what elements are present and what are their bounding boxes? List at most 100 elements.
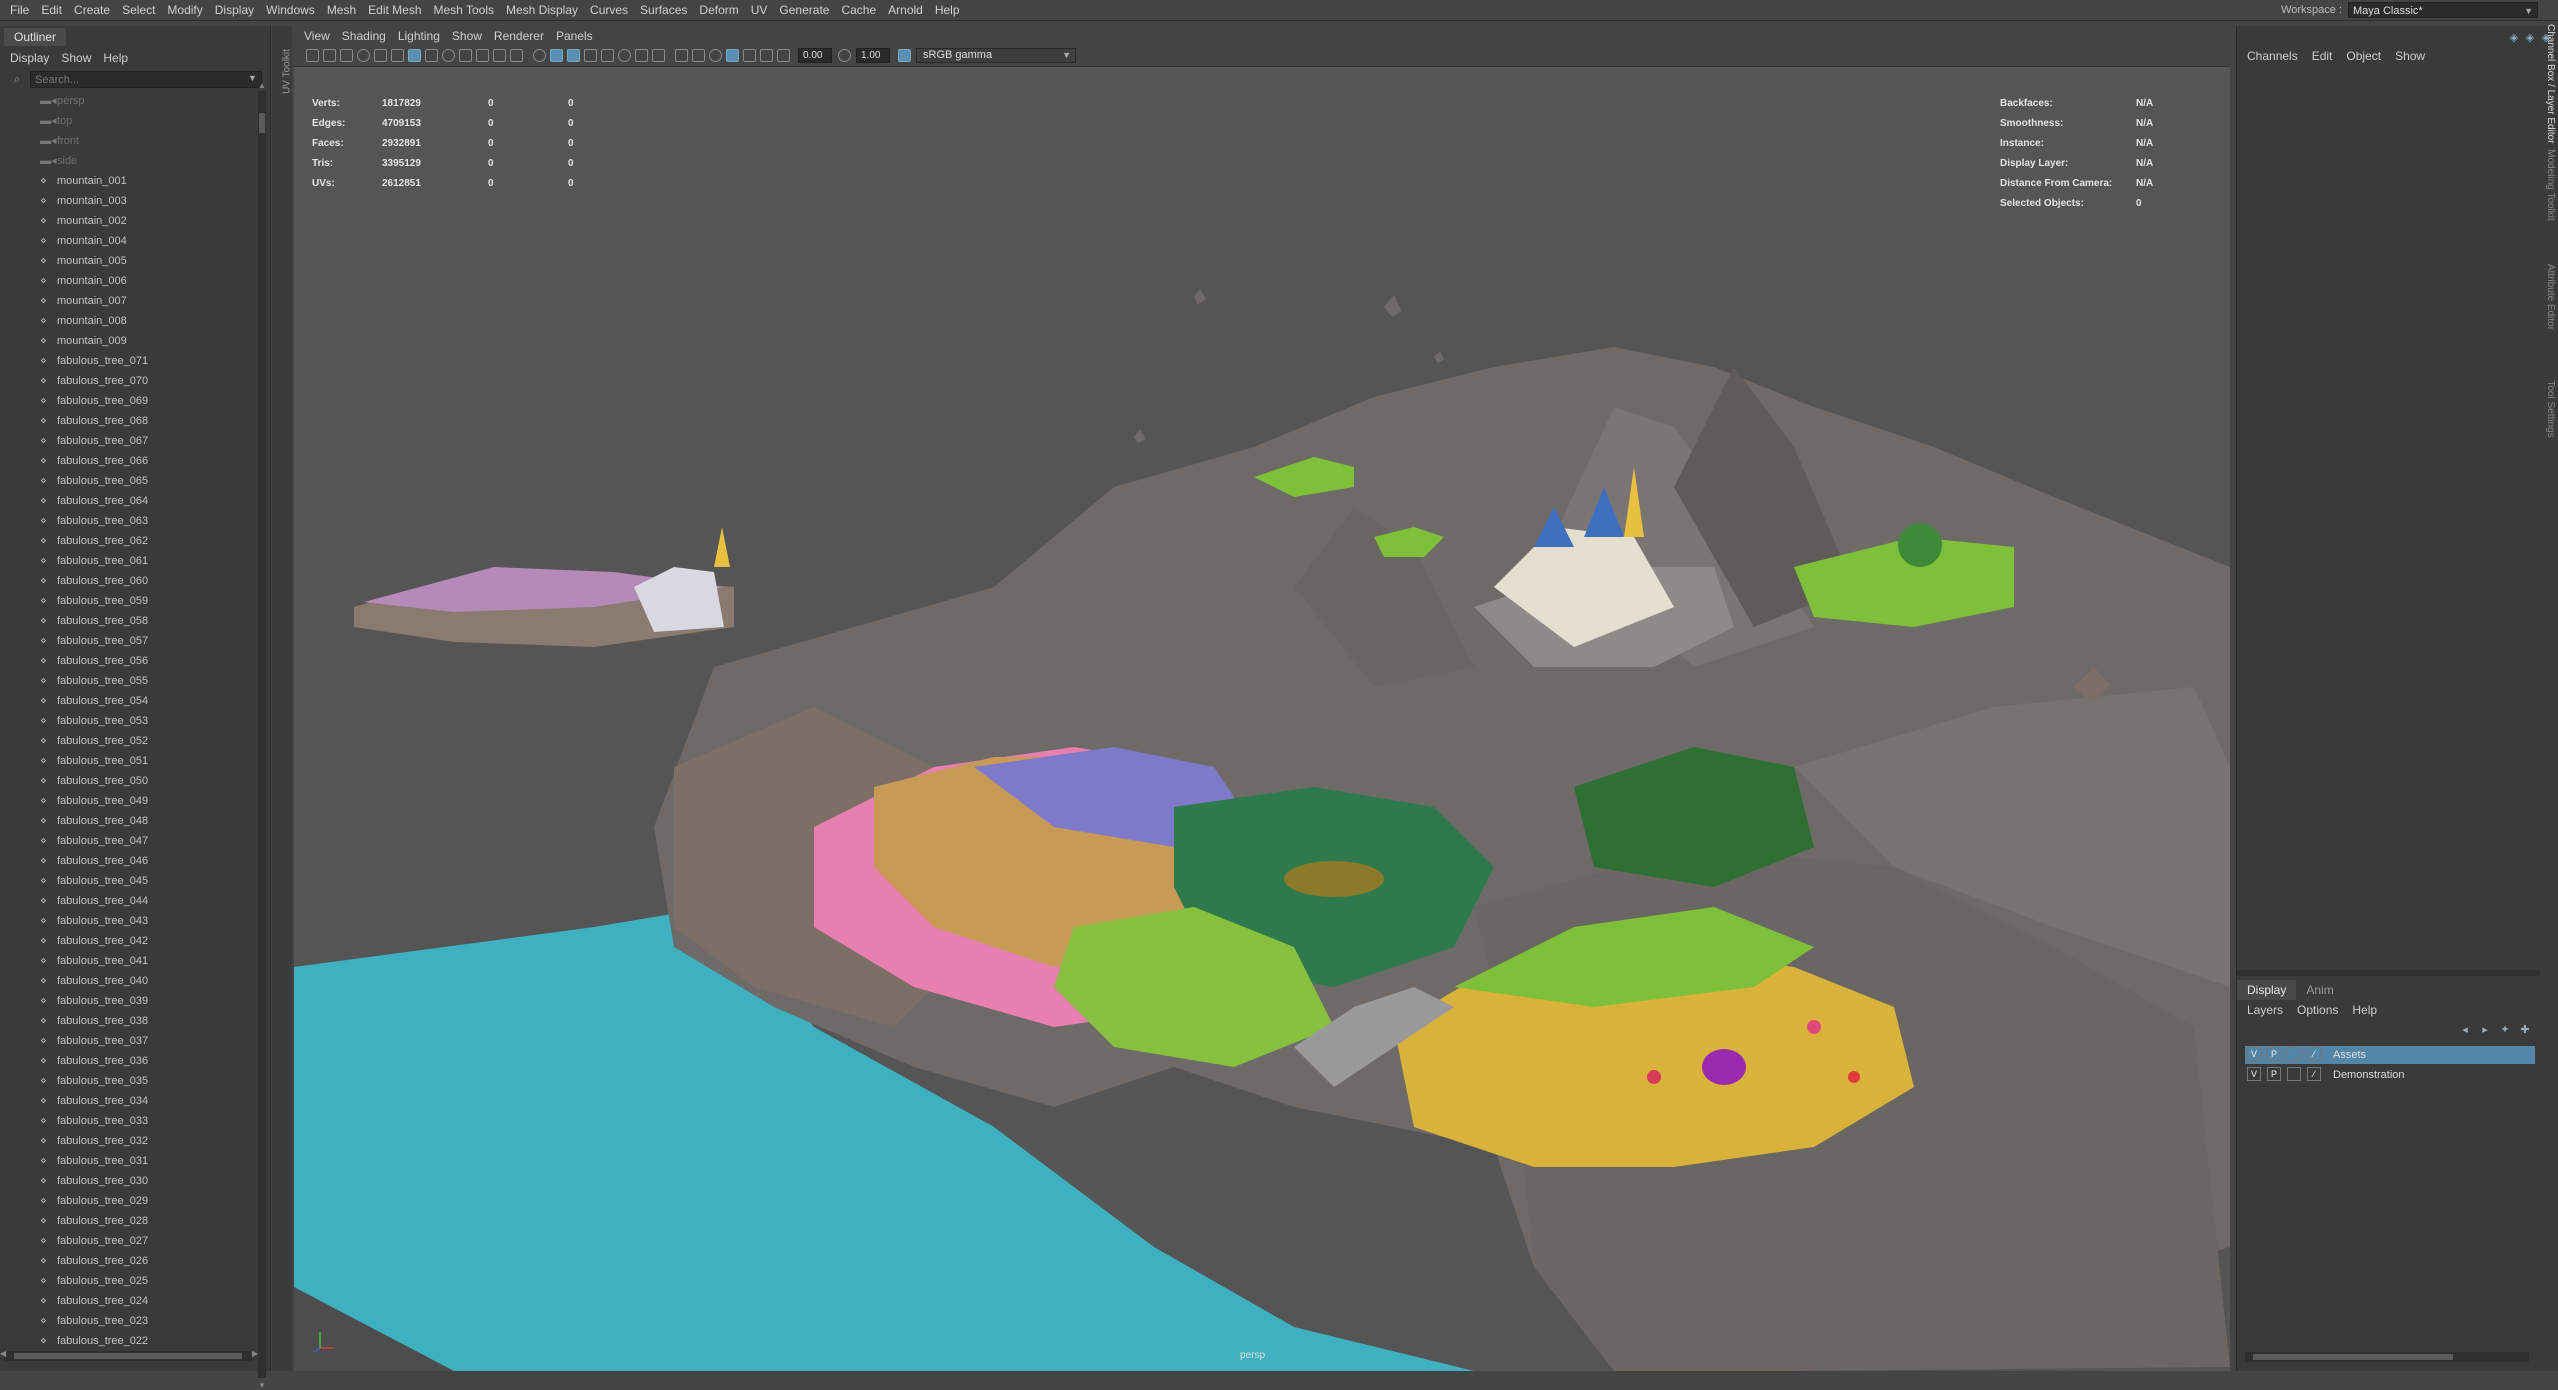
- menu-select[interactable]: Select: [116, 0, 161, 20]
- modeling-toolkit-icon[interactable]: ◈: [2506, 31, 2522, 44]
- viewport-menu-show[interactable]: Show: [446, 26, 488, 46]
- channel-box-menu-object[interactable]: Object: [2339, 46, 2388, 66]
- scene-render[interactable]: [294, 67, 2230, 1371]
- outliner-item[interactable]: ⋄ fabulous_tree_028: [0, 1211, 256, 1231]
- outliner-item[interactable]: ⋄ fabulous_tree_052: [0, 731, 256, 751]
- channel-box-menu-channels[interactable]: Channels: [2237, 46, 2305, 66]
- scrollbar-thumb[interactable]: [2253, 1354, 2453, 1360]
- outliner-item[interactable]: ⋄ fabulous_tree_067: [0, 431, 256, 451]
- channel-box-menu-edit[interactable]: Edit: [2305, 46, 2340, 66]
- display-type-toggle[interactable]: [2287, 1067, 2301, 1081]
- textured-icon[interactable]: [584, 49, 597, 62]
- gate-mask-icon[interactable]: [459, 49, 472, 62]
- outliner-item[interactable]: ⋄ fabulous_tree_058: [0, 611, 256, 631]
- outliner-item[interactable]: ⋄ fabulous_tree_046: [0, 851, 256, 871]
- outliner-item[interactable]: ⋄ fabulous_tree_025: [0, 1271, 256, 1291]
- select-camera-icon[interactable]: [306, 49, 319, 62]
- outliner-item[interactable]: ⋄ fabulous_tree_066: [0, 451, 256, 471]
- outliner-item[interactable]: ⋄ fabulous_tree_048: [0, 811, 256, 831]
- film-gate-icon[interactable]: [425, 49, 438, 62]
- scroll-down-icon[interactable]: ▼: [258, 1381, 266, 1390]
- outliner-item[interactable]: ⋄ fabulous_tree_030: [0, 1171, 256, 1191]
- outliner-item[interactable]: ⋄ mountain_005: [0, 251, 256, 271]
- viewport-menu-renderer[interactable]: Renderer: [488, 26, 550, 46]
- outliner-item[interactable]: ⋄ mountain_009: [0, 331, 256, 351]
- gamma-icon[interactable]: [838, 49, 851, 62]
- camera-attributes-icon[interactable]: [323, 49, 336, 62]
- menu-mesh-display[interactable]: Mesh Display: [500, 0, 584, 20]
- outliner-item[interactable]: ⋄ fabulous_tree_043: [0, 911, 256, 931]
- ambient-occlusion-icon[interactable]: [635, 49, 648, 62]
- menu-file[interactable]: File: [0, 0, 35, 20]
- side-tab-attribute-editor[interactable]: Attribute Editor: [2542, 248, 2556, 346]
- outliner-horizontal-scrollbar[interactable]: ◀ ▶: [0, 1349, 258, 1361]
- outliner-item[interactable]: ⋄ fabulous_tree_036: [0, 1051, 256, 1071]
- outliner-item[interactable]: ⋄ fabulous_tree_038: [0, 1011, 256, 1031]
- safe-action-icon[interactable]: [493, 49, 506, 62]
- sculpt-icon[interactable]: ◈: [2522, 31, 2538, 44]
- outliner-item[interactable]: ⋄ mountain_002: [0, 211, 256, 231]
- menu-windows[interactable]: Windows: [260, 0, 321, 20]
- outliner-menu-display[interactable]: Display: [0, 48, 55, 68]
- channel-box-menu-show[interactable]: Show: [2388, 46, 2432, 66]
- outliner-item[interactable]: ⋄ mountain_007: [0, 291, 256, 311]
- smooth-shade-icon[interactable]: [550, 49, 563, 62]
- outliner-item[interactable]: ⋄ fabulous_tree_064: [0, 491, 256, 511]
- uv-toolkit-strip[interactable]: UV Toolkit: [272, 26, 293, 1371]
- menu-generate[interactable]: Generate: [773, 0, 835, 20]
- menu-deform[interactable]: Deform: [693, 0, 744, 20]
- outliner-item[interactable]: ⋄ fabulous_tree_044: [0, 891, 256, 911]
- motion-blur-icon[interactable]: [652, 49, 665, 62]
- grid-icon[interactable]: [408, 49, 421, 62]
- uv-toolkit-label[interactable]: UV Toolkit: [282, 47, 293, 97]
- outliner-item[interactable]: ⋄ fabulous_tree_029: [0, 1191, 256, 1211]
- outliner-item[interactable]: ⋄ fabulous_tree_045: [0, 871, 256, 891]
- default-material-icon[interactable]: [567, 49, 580, 62]
- layer-row[interactable]: V P ⁄ Assets: [2245, 1046, 2535, 1064]
- layer-row[interactable]: V P ⁄ Demonstration: [2245, 1066, 2535, 1084]
- outliner-item[interactable]: ⋄ fabulous_tree_057: [0, 631, 256, 651]
- channel-box-icon[interactable]: ◈: [2538, 31, 2554, 44]
- layer-color-swatch[interactable]: ⁄: [2307, 1047, 2321, 1061]
- viewport-menu-lighting[interactable]: Lighting: [392, 26, 446, 46]
- grease-pencil-icon[interactable]: [391, 49, 404, 62]
- outliner-vertical-scrollbar[interactable]: ▲ ▼: [258, 81, 266, 1390]
- menu-mesh[interactable]: Mesh: [321, 0, 362, 20]
- outliner-menu-help[interactable]: Help: [97, 48, 134, 68]
- side-tab-tool-settings[interactable]: Tool Settings: [2542, 360, 2556, 458]
- outliner-item[interactable]: ⋄ fabulous_tree_042: [0, 931, 256, 951]
- outliner-item[interactable]: ⋄ fabulous_tree_053: [0, 711, 256, 731]
- menu-arnold[interactable]: Arnold: [882, 0, 929, 20]
- outliner-item[interactable]: ⋄ fabulous_tree_068: [0, 411, 256, 431]
- image-plane-icon[interactable]: [357, 49, 370, 62]
- outliner-item[interactable]: ⋄ fabulous_tree_035: [0, 1071, 256, 1091]
- color-management-icon[interactable]: [777, 49, 790, 62]
- layer-editor-menu-help[interactable]: Help: [2345, 1000, 2384, 1020]
- viewport-menu-panels[interactable]: Panels: [550, 26, 599, 46]
- outliner-item[interactable]: ▬◂ top: [0, 111, 256, 131]
- lights-icon[interactable]: [601, 49, 614, 62]
- outliner-item[interactable]: ▬◂ front: [0, 131, 256, 151]
- wireframe-icon[interactable]: [533, 49, 546, 62]
- anti-alias-icon[interactable]: [675, 49, 688, 62]
- viewport-panel[interactable]: View Shading Lighting Show Renderer Panels 0.…: [294, 26, 2230, 1371]
- tab-anim[interactable]: Anim: [2296, 980, 2343, 1000]
- outliner-item[interactable]: ⋄ fabulous_tree_062: [0, 531, 256, 551]
- view-transform-icon[interactable]: [898, 49, 911, 62]
- outliner-item[interactable]: ⋄ fabulous_tree_037: [0, 1031, 256, 1051]
- panel-splitter[interactable]: [2237, 970, 2541, 976]
- playback-toggle[interactable]: P: [2267, 1067, 2281, 1081]
- outliner-item[interactable]: ⋄ mountain_004: [0, 231, 256, 251]
- layer-editor-menu-layers[interactable]: Layers: [2237, 1000, 2290, 1020]
- exposure-field[interactable]: 0.00: [798, 48, 832, 63]
- scroll-right-icon[interactable]: ▶: [252, 1349, 258, 1358]
- menu-edit[interactable]: Edit: [35, 0, 68, 20]
- layer-editor-scrollbar[interactable]: [2245, 1352, 2529, 1362]
- menu-help[interactable]: Help: [929, 0, 966, 20]
- outliner-search-input[interactable]: [30, 71, 262, 88]
- outliner-item[interactable]: ⋄ fabulous_tree_061: [0, 551, 256, 571]
- outliner-item[interactable]: ⋄ fabulous_tree_049: [0, 791, 256, 811]
- tab-display[interactable]: Display: [2237, 980, 2297, 1000]
- visibility-toggle[interactable]: V: [2247, 1067, 2261, 1081]
- outliner-item[interactable]: ⋄ fabulous_tree_034: [0, 1091, 256, 1111]
